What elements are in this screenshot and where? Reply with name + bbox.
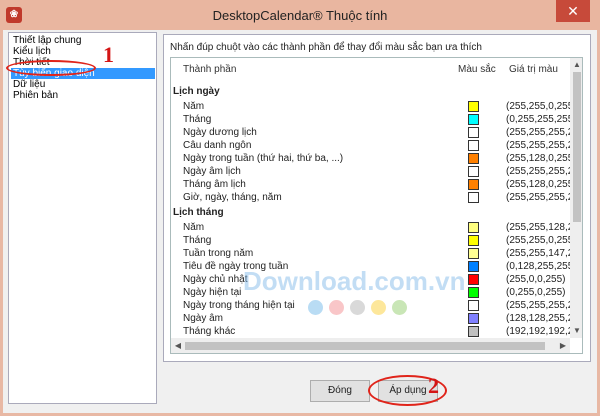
vertical-scroll-thumb[interactable] (573, 72, 581, 222)
row-value: (255,255,0,255) (506, 101, 577, 112)
watermark-dot (350, 300, 365, 315)
color-swatch[interactable] (468, 326, 479, 337)
table-row[interactable]: Giờ, ngày, tháng, năm (255,255,255,255) (171, 191, 582, 204)
row-name: Tháng (183, 114, 212, 125)
row-name: Ngày trong tháng hiện tại (183, 300, 295, 311)
horizontal-scrollbar[interactable]: ◀ ▶ (171, 338, 570, 353)
instruction-text: Nhấn đúp chuột vào các thành phần để tha… (170, 42, 482, 53)
watermark-dots (308, 300, 413, 318)
row-value: (0,255,0,255) (506, 287, 566, 298)
row-value: (255,0,0,255) (506, 274, 566, 285)
table-row[interactable]: Ngày âm lịch (255,255,255,255) (171, 165, 582, 178)
scroll-right-icon[interactable]: ▶ (556, 338, 570, 353)
row-name: Tháng (183, 235, 212, 246)
scroll-up-icon[interactable]: ▲ (570, 58, 582, 72)
horizontal-scroll-thumb[interactable] (185, 342, 545, 350)
row-name: Ngày hiện tại (183, 287, 242, 298)
row-name: Câu danh ngôn (183, 140, 252, 151)
watermark-dot (392, 300, 407, 315)
color-swatch[interactable] (468, 274, 479, 285)
sidebar-item-general[interactable]: Thiết lập chung (11, 35, 83, 46)
table-row[interactable]: Ngày dương lịch (255,255,255,255) (171, 126, 582, 139)
row-value: (255,128,0,255) (506, 179, 577, 190)
table-row[interactable]: Câu danh ngôn (255,255,255,255) (171, 139, 582, 152)
color-swatch[interactable] (468, 192, 479, 203)
color-swatch[interactable] (468, 248, 479, 259)
color-swatch[interactable] (468, 153, 479, 164)
color-swatch[interactable] (468, 114, 479, 125)
row-value: (0,128,255,255) (506, 261, 577, 272)
color-swatch[interactable] (468, 127, 479, 138)
annotation-marker-2: 2 (428, 373, 439, 398)
annotation-marker-1: 1 (103, 42, 114, 67)
watermark-logo: Download.com.vn (243, 266, 466, 296)
column-header-value[interactable]: Giá trị màu (509, 64, 558, 75)
color-swatch[interactable] (468, 101, 479, 112)
row-name: Ngày âm lịch (183, 166, 241, 177)
vertical-scrollbar[interactable]: ▲ ▼ (570, 58, 582, 338)
watermark-dot (371, 300, 386, 315)
table-row[interactable]: Tháng âm lịch (255,128,0,255) (171, 178, 577, 191)
color-swatch[interactable] (468, 222, 479, 233)
row-value: (255,255,0,255) (506, 235, 577, 246)
dialog-body: Thiết lập chung Kiểu lịch Thời tiết Tùy … (3, 30, 597, 413)
category-list[interactable]: Thiết lập chung Kiểu lịch Thời tiết Tùy … (8, 32, 157, 404)
column-header-name[interactable]: Thành phần (183, 64, 236, 75)
color-swatch[interactable] (468, 261, 479, 272)
row-name: Ngày dương lịch (183, 127, 257, 138)
sidebar-item-data[interactable]: Dữ liệu (11, 79, 47, 90)
row-value: (255,128,0,255) (506, 153, 577, 164)
table-row[interactable]: Tháng (0,255,255,255) (171, 113, 577, 126)
row-name: Ngày âm (183, 313, 224, 324)
color-swatch[interactable] (468, 179, 479, 190)
column-header-color[interactable]: Màu sắc (458, 64, 496, 75)
color-swatch[interactable] (468, 140, 479, 151)
group-header: Lịch tháng (173, 207, 224, 218)
sidebar-item-version[interactable]: Phiên bản (11, 90, 60, 101)
scroll-down-icon[interactable]: ▼ (570, 324, 582, 338)
row-name: Tháng khác (183, 326, 236, 337)
close-button[interactable]: Đóng (310, 380, 370, 402)
table-row[interactable]: Tuần trong năm (255,255,147,255) (171, 247, 582, 260)
scroll-left-icon[interactable]: ◀ (171, 338, 185, 353)
row-name: Giờ, ngày, tháng, năm (183, 192, 282, 203)
color-swatch[interactable] (468, 235, 479, 246)
color-swatch[interactable] (468, 300, 479, 311)
table-row[interactable]: Ngày trong tuần (thứ hai, thứ ba, ...) (… (171, 152, 577, 165)
close-window-button[interactable]: ✕ (556, 0, 590, 22)
color-swatch[interactable] (468, 166, 479, 177)
table-row[interactable]: Tháng (255,255,0,255) (171, 234, 577, 247)
table-row[interactable]: Năm (255,255,0,255) (171, 100, 577, 113)
watermark-dot (308, 300, 323, 315)
color-swatch[interactable] (468, 313, 479, 324)
window-title: DesktopCalendar® Thuộc tính (212, 8, 388, 23)
row-name: Tháng âm lịch (183, 179, 246, 190)
row-name: Năm (183, 101, 205, 112)
sidebar-item-calendar-style[interactable]: Kiểu lịch (11, 46, 53, 57)
watermark-dot (329, 300, 344, 315)
table-row[interactable]: Năm (255,255,128,255) (171, 221, 582, 234)
title-bar: ❀ DesktopCalendar® Thuộc tính ✕ (0, 0, 600, 30)
row-name: Ngày chủ nhật (183, 274, 248, 285)
annotation-ellipse-1 (6, 60, 96, 76)
color-swatch[interactable] (468, 287, 479, 298)
row-name: Năm (183, 222, 205, 233)
row-name: Tuần trong năm (183, 248, 254, 259)
row-name: Ngày trong tuần (thứ hai, thứ ba, ...) (183, 153, 344, 164)
group-header: Lịch ngày (173, 86, 220, 97)
row-value: (0,255,255,255) (506, 114, 577, 125)
table-row[interactable]: Tháng khác (192,192,192,255) (171, 325, 582, 338)
